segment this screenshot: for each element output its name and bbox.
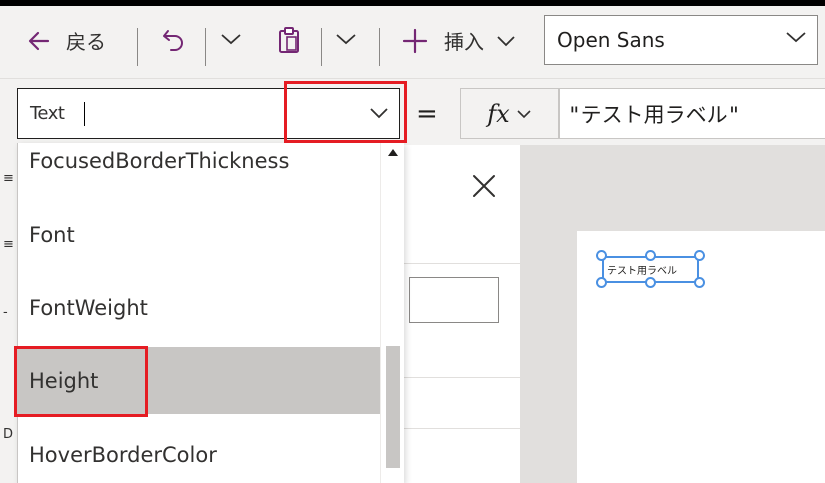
- dropdown-item-font[interactable]: Font: [18, 201, 380, 268]
- dropdown-item-height[interactable]: Height: [18, 347, 380, 414]
- resize-handle[interactable]: [645, 250, 656, 261]
- dropdown-item-hover-border-color[interactable]: HoverBorderColor: [18, 421, 380, 483]
- chevron-down-icon: [336, 34, 356, 45]
- close-icon[interactable]: [470, 172, 498, 200]
- chevron-down-icon[interactable]: [369, 106, 389, 120]
- formula-input[interactable]: "テスト用ラベル": [559, 88, 825, 139]
- property-dropdown-list: FocusedBorderThickness Font FontWeight H…: [17, 143, 404, 483]
- dropdown-item-focused-border-thickness[interactable]: FocusedBorderThickness: [18, 143, 380, 194]
- arrow-left-icon: [28, 31, 50, 50]
- dropdown-item-font-weight[interactable]: FontWeight: [18, 274, 380, 341]
- properties-pane: [402, 145, 521, 483]
- resize-handle[interactable]: [596, 250, 607, 261]
- command-bar: 戻る 挿入 Open Sans: [0, 6, 825, 79]
- fx-label: fx: [487, 99, 510, 128]
- insert-label: 挿入: [444, 30, 484, 54]
- undo-button[interactable]: [161, 26, 187, 52]
- dropdown-item-label: HoverBorderColor: [29, 442, 217, 467]
- label-control-text: テスト用ラベル: [607, 266, 677, 277]
- plus-icon: [402, 28, 428, 53]
- scrollbar-thumb[interactable]: [386, 346, 400, 468]
- resize-handle[interactable]: [694, 277, 705, 288]
- scroll-up-icon[interactable]: [388, 149, 398, 156]
- resize-handle[interactable]: [645, 277, 656, 288]
- chevron-down-icon: [497, 35, 515, 46]
- dropdown-item-label: FocusedBorderThickness: [29, 148, 290, 173]
- toolbar-divider: [137, 28, 138, 66]
- back-label: 戻る: [66, 30, 106, 54]
- paste-icon: [279, 27, 299, 53]
- tree-glyph: ≡: [3, 237, 14, 252]
- chevron-down-icon: [517, 109, 531, 118]
- fx-button[interactable]: fx: [460, 88, 559, 139]
- chevron-down-icon: [221, 34, 241, 45]
- equals-sign: =: [416, 99, 438, 129]
- paste-dropdown-button[interactable]: [335, 32, 357, 46]
- formula-value: "テスト用ラベル": [568, 103, 741, 127]
- chevron-down-icon: [786, 32, 806, 43]
- divider: [403, 377, 521, 378]
- text-caret: [84, 102, 85, 126]
- resize-handle[interactable]: [694, 250, 705, 261]
- property-select[interactable]: Text: [17, 88, 400, 139]
- properties-input[interactable]: [409, 277, 499, 323]
- toolbar-divider: [321, 28, 322, 66]
- dropdown-item-label: Font: [29, 222, 75, 247]
- dropdown-scrollbar[interactable]: [380, 143, 404, 483]
- font-select[interactable]: Open Sans: [544, 15, 818, 65]
- dropdown-item-label: FontWeight: [29, 295, 148, 320]
- dropdown-item-label: Height: [29, 368, 99, 393]
- divider: [403, 428, 521, 429]
- tree-glyph: -: [3, 305, 8, 320]
- paste-button[interactable]: [276, 26, 302, 54]
- tree-view-pane: ≡ ≡ - D: [0, 145, 17, 483]
- divider: [403, 263, 521, 264]
- property-select-value: Text: [30, 103, 65, 124]
- back-button[interactable]: 戻る: [26, 26, 106, 55]
- toolbar-divider: [205, 28, 206, 66]
- undo-dropdown-button[interactable]: [220, 32, 242, 46]
- tree-glyph: D: [3, 427, 14, 442]
- font-select-value: Open Sans: [557, 28, 665, 52]
- formula-bar: Text = fx "テスト用ラベル": [0, 79, 825, 145]
- resize-handle[interactable]: [596, 277, 607, 288]
- tree-glyph: ≡: [3, 171, 14, 186]
- toolbar-divider: [379, 28, 380, 66]
- insert-button[interactable]: 挿入: [402, 26, 516, 55]
- undo-icon: [163, 30, 183, 51]
